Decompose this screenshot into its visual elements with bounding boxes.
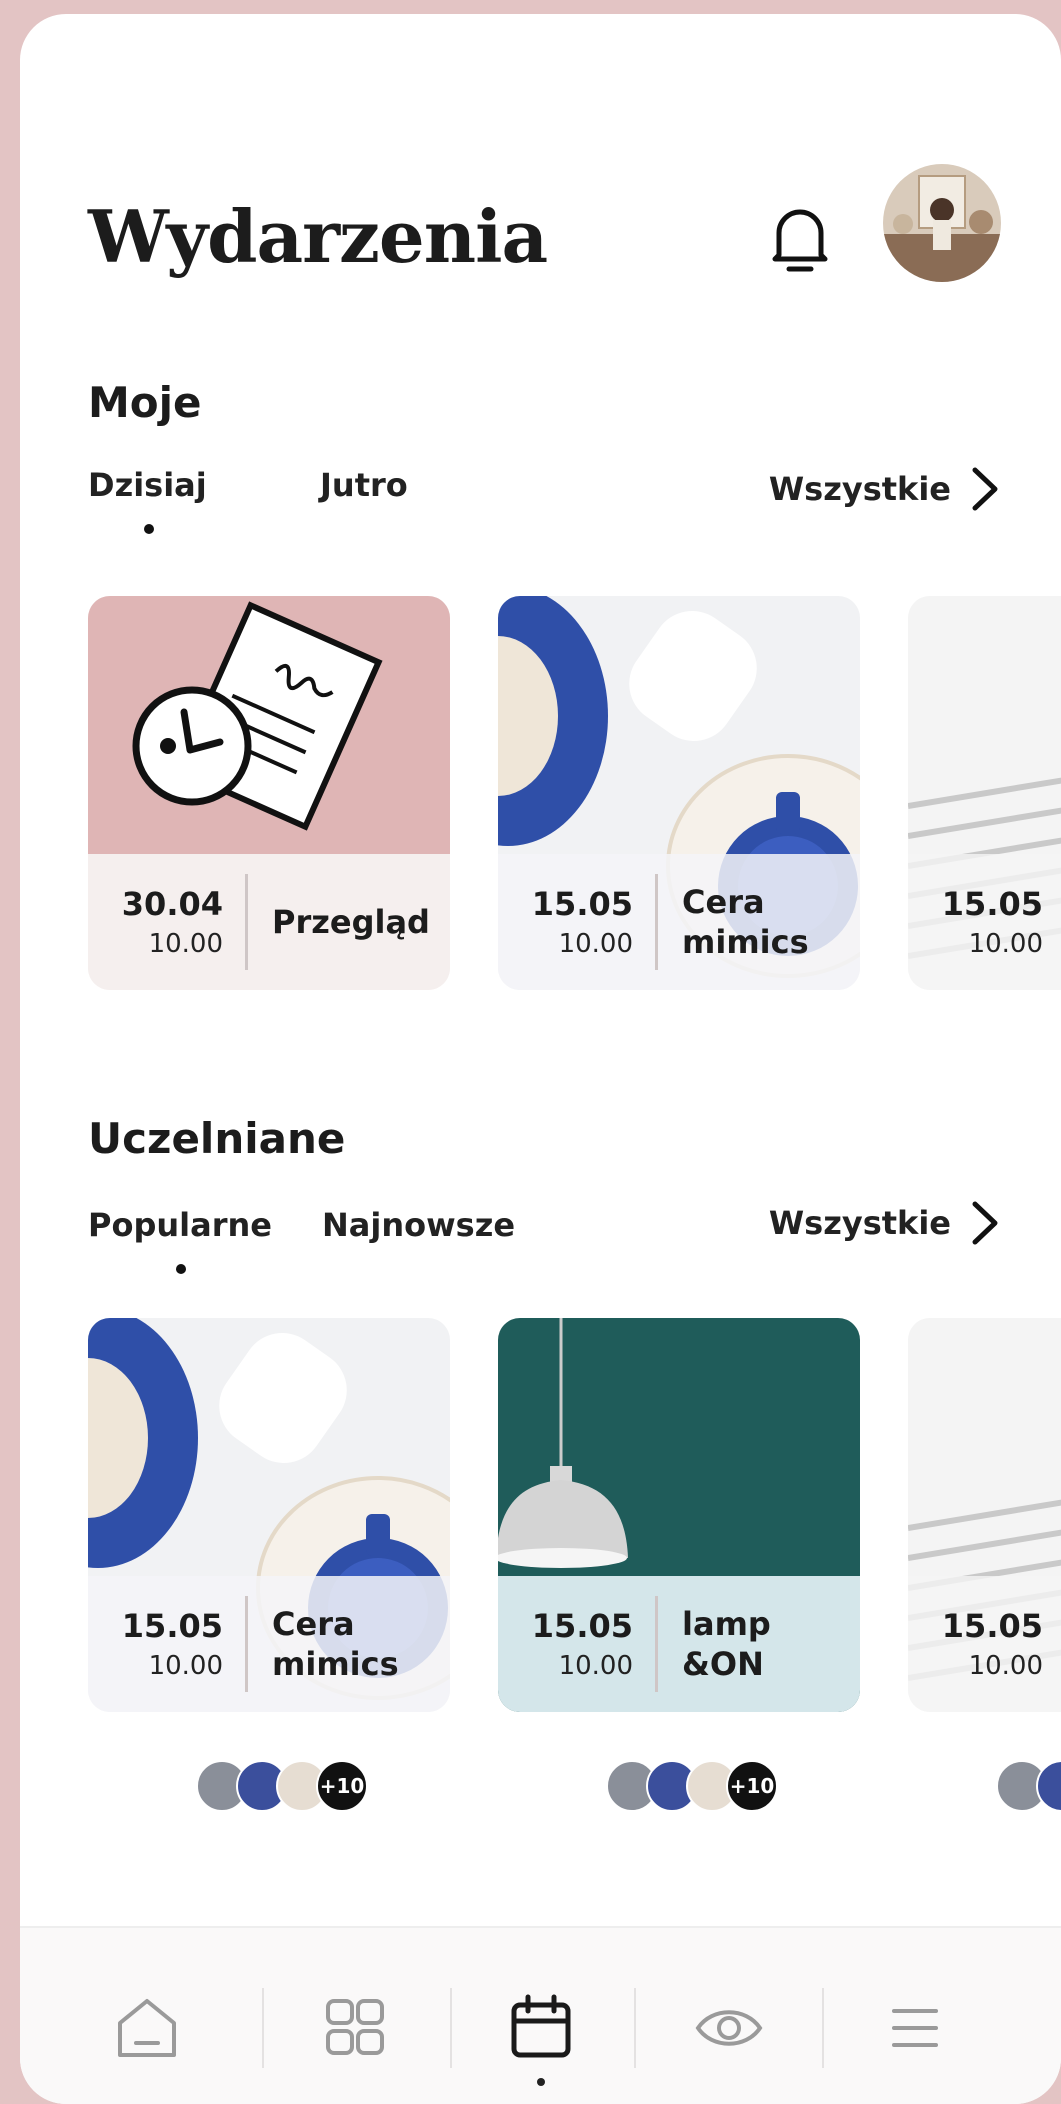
nav-divider — [822, 1988, 824, 2068]
event-name: lamp &ON — [682, 1605, 771, 1683]
event-info-bar: 15.05 10.00 Cera mimics — [498, 854, 860, 990]
event-card[interactable]: 15.05 10.00 — [908, 1318, 1061, 1712]
calendar-icon[interactable] — [496, 1983, 586, 2073]
active-nav-indicator — [537, 2078, 545, 2086]
menu-icon[interactable] — [870, 1983, 960, 2073]
section-title-mine: Moje — [88, 378, 202, 427]
bell-icon[interactable] — [765, 199, 835, 279]
event-card[interactable]: 30.04 10.00 Przegląd — [88, 596, 450, 990]
event-datetime: 15.05 10.00 — [908, 1596, 1061, 1692]
see-all-mine-link[interactable]: Wszystkie — [769, 466, 1001, 512]
attendee-count-badge: +10 — [726, 1760, 778, 1812]
nav-divider — [262, 1988, 264, 2068]
nav-divider — [634, 1988, 636, 2068]
active-tab-indicator — [144, 524, 154, 534]
event-name: Cera mimics — [272, 1605, 399, 1683]
event-date: 15.05 — [941, 885, 1043, 923]
event-name: Przegląd — [272, 903, 430, 941]
event-time: 10.00 — [148, 1651, 223, 1681]
see-all-recommended-link[interactable]: Wszystkie — [769, 1200, 1001, 1246]
chevron-right-icon — [972, 1201, 998, 1245]
attendee-avatars[interactable]: +10 — [606, 1760, 778, 1816]
event-name: Cera mimics — [682, 883, 809, 961]
page-title: Wydarzenia — [88, 194, 548, 279]
event-card[interactable]: 15.05 10.00 Cera mimics — [498, 596, 860, 990]
event-time: 10.00 — [968, 929, 1043, 959]
tab-popular[interactable]: Popularne — [88, 1206, 272, 1244]
event-card[interactable]: 15.05 10.00 Cera mimics — [88, 1318, 450, 1712]
see-all-label: Wszystkie — [768, 1204, 951, 1242]
event-date: 15.05 — [121, 1607, 223, 1645]
event-time: 10.00 — [148, 929, 223, 959]
user-avatar[interactable] — [883, 164, 1001, 282]
event-date: 15.05 — [531, 1607, 633, 1645]
event-info-bar: 15.05 10.00 — [908, 854, 1061, 990]
bottom-navigation — [20, 1926, 1061, 2104]
event-datetime: 30.04 10.00 — [88, 874, 248, 970]
event-datetime: 15.05 10.00 — [498, 1596, 658, 1692]
event-time: 10.00 — [558, 929, 633, 959]
app-screen: Wydarzenia Moje Dzisiaj Jutro Wszystkie — [20, 14, 1061, 2104]
event-date: 30.04 — [121, 885, 223, 923]
event-datetime: 15.05 10.00 — [498, 874, 658, 970]
event-info-bar: 15.05 10.00 lamp &ON — [498, 1576, 860, 1712]
attendee-avatars[interactable] — [996, 1760, 1061, 1816]
tab-today[interactable]: Dzisiaj — [88, 466, 207, 504]
event-info-bar: 15.05 10.00 Cera mimics — [88, 1576, 450, 1712]
nav-divider — [450, 1988, 452, 2068]
see-all-label: Wszystkie — [768, 470, 951, 508]
event-time: 10.00 — [558, 1651, 633, 1681]
grid-icon[interactable] — [310, 1983, 400, 2073]
eye-icon[interactable] — [684, 1983, 774, 2073]
event-info-bar: 15.05 10.00 — [908, 1576, 1061, 1712]
event-time: 10.00 — [968, 1651, 1043, 1681]
event-card[interactable]: 15.05 10.00 lamp &ON — [498, 1318, 860, 1712]
attendee-count-badge: +10 — [316, 1760, 368, 1812]
chevron-right-icon — [972, 467, 998, 511]
event-card[interactable]: 15.05 10.00 — [908, 596, 1061, 990]
attendee-avatars[interactable]: +10 — [196, 1760, 368, 1816]
event-datetime: 15.05 10.00 — [88, 1596, 248, 1692]
event-datetime: 15.05 10.00 — [908, 874, 1061, 970]
tab-newest[interactable]: Najnowsze — [322, 1206, 515, 1244]
event-info-bar: 30.04 10.00 Przegląd — [88, 854, 450, 990]
home-icon[interactable] — [102, 1983, 192, 2073]
event-date: 15.05 — [941, 1607, 1043, 1645]
active-tab-indicator — [176, 1264, 186, 1274]
tab-tomorrow[interactable]: Jutro — [320, 466, 408, 504]
section-title-recommended: Uczelniane — [88, 1114, 346, 1163]
event-date: 15.05 — [531, 885, 633, 923]
